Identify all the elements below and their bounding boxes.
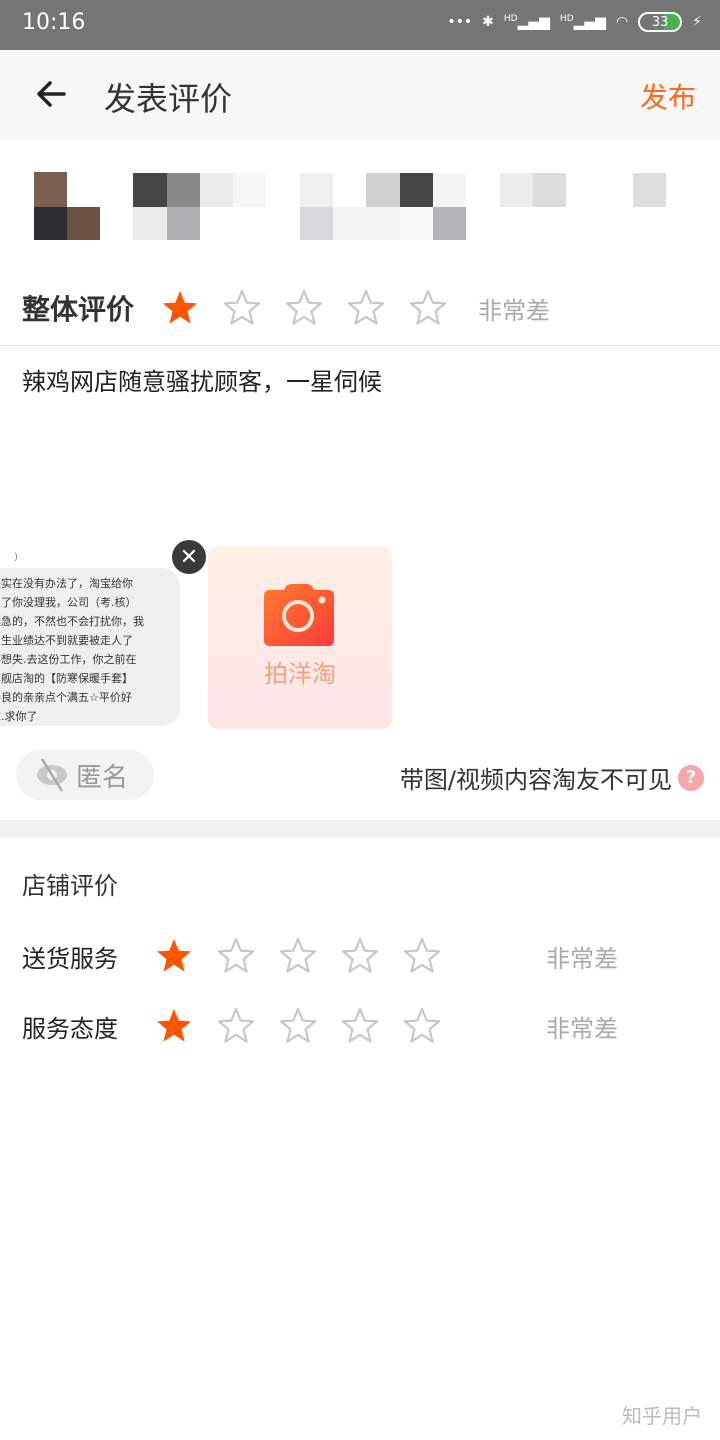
wifi-icon: ◠: [615, 14, 629, 30]
anonymous-toggle[interactable]: 匿名: [16, 750, 154, 800]
bluetooth-icon: ✱: [482, 14, 494, 30]
help-icon[interactable]: ?: [678, 764, 704, 791]
star-filled-icon[interactable]: [154, 936, 194, 976]
attached-image-edge: ): [14, 552, 18, 563]
battery-icon: 33: [638, 12, 683, 32]
star-empty-icon[interactable]: [340, 936, 380, 976]
visibility-note-text: 带图/视频内容淘友不可见: [399, 766, 672, 794]
overall-stars: [160, 288, 470, 328]
star-empty-icon[interactable]: [222, 288, 262, 328]
status-bar: 10:16 ••• ✱ HD▂▄▆ HD▂▄▆ ◠ 33 ⚡: [0, 0, 720, 50]
attitude-stars: [154, 1006, 464, 1046]
publish-button[interactable]: 发布: [640, 76, 696, 116]
delivery-rating-label: 送货服务: [22, 944, 118, 973]
overall-rating-row: 整体评价 非常差: [0, 288, 720, 328]
charging-icon: ⚡: [692, 14, 702, 30]
star-empty-icon[interactable]: [402, 1006, 442, 1046]
eye-hidden-icon: [37, 758, 67, 792]
section-separator: [0, 820, 720, 838]
camera-icon: [264, 584, 334, 646]
product-info: [0, 140, 720, 270]
star-empty-icon[interactable]: [216, 936, 256, 976]
add-photo-button[interactable]: 拍洋淘: [208, 546, 392, 729]
app-header: 发表评价 发布: [0, 50, 720, 140]
image-text-line: 善良的亲亲点个满五☆平价好: [0, 691, 132, 704]
image-text-line: 息了你没理我，公司（考.核）: [0, 596, 137, 609]
attitude-rating-row: 服务态度 非常差: [0, 1006, 720, 1046]
add-photo-label: 拍洋淘: [264, 660, 336, 688]
close-icon: ✕: [179, 544, 199, 570]
watermark: 知乎用户: [622, 1404, 702, 1428]
page-title: 发表评价: [104, 80, 233, 118]
delivery-rating-text: 非常差: [546, 944, 618, 973]
back-arrow-icon[interactable]: [34, 74, 70, 114]
attached-image[interactable]: 是实在没有办法了，淘宝给你 息了你没理我，公司（考.核） 挺急的，不然也不会打扰…: [0, 568, 180, 726]
more-dots-icon: •••: [447, 14, 473, 30]
image-text-line: 求.求你了: [0, 710, 38, 723]
star-empty-icon[interactable]: [402, 936, 442, 976]
signal-icon: HD▂▄▆: [503, 13, 550, 31]
clock: 10:16: [22, 10, 86, 35]
signal-icon: HD▂▄▆: [559, 13, 606, 31]
delivery-stars: [154, 936, 464, 976]
anonymous-label: 匿名: [76, 762, 129, 793]
star-empty-icon[interactable]: [216, 1006, 256, 1046]
delivery-rating-row: 送货服务 非常差: [0, 936, 720, 976]
image-text-line: 习生业绩达不到就要被走人了: [0, 634, 133, 647]
star-empty-icon[interactable]: [278, 936, 318, 976]
overall-rating-label: 整体评价: [22, 293, 135, 326]
image-text-line: 不想失.去这份工作，你之前在: [0, 653, 137, 666]
star-filled-icon[interactable]: [154, 1006, 194, 1046]
status-icons: ••• ✱ HD▂▄▆ HD▂▄▆ ◠ 33 ⚡: [447, 12, 702, 32]
star-empty-icon[interactable]: [284, 288, 324, 328]
visibility-note: 带图/视频内容淘友不可见 ?: [400, 760, 704, 795]
image-text-line: 是实在没有办法了，淘宝给你: [0, 577, 133, 590]
shop-review-title: 店铺评价: [22, 872, 118, 900]
star-empty-icon[interactable]: [340, 1006, 380, 1046]
divider: [0, 345, 720, 346]
star-empty-icon[interactable]: [346, 288, 386, 328]
review-textarea[interactable]: 辣鸡网店随意骚扰顾客，一星伺候: [22, 362, 382, 397]
remove-image-button[interactable]: ✕: [172, 540, 206, 574]
star-filled-icon[interactable]: [160, 288, 200, 328]
star-empty-icon[interactable]: [278, 1006, 318, 1046]
star-empty-icon[interactable]: [408, 288, 448, 328]
image-text-line: 旗舰店淘的【防寒保暖手套】: [0, 672, 133, 685]
image-text-line: 挺急的，不然也不会打扰你，我: [0, 615, 144, 628]
attitude-rating-text: 非常差: [546, 1014, 618, 1043]
attitude-rating-label: 服务态度: [22, 1014, 118, 1043]
overall-rating-text: 非常差: [478, 296, 551, 325]
